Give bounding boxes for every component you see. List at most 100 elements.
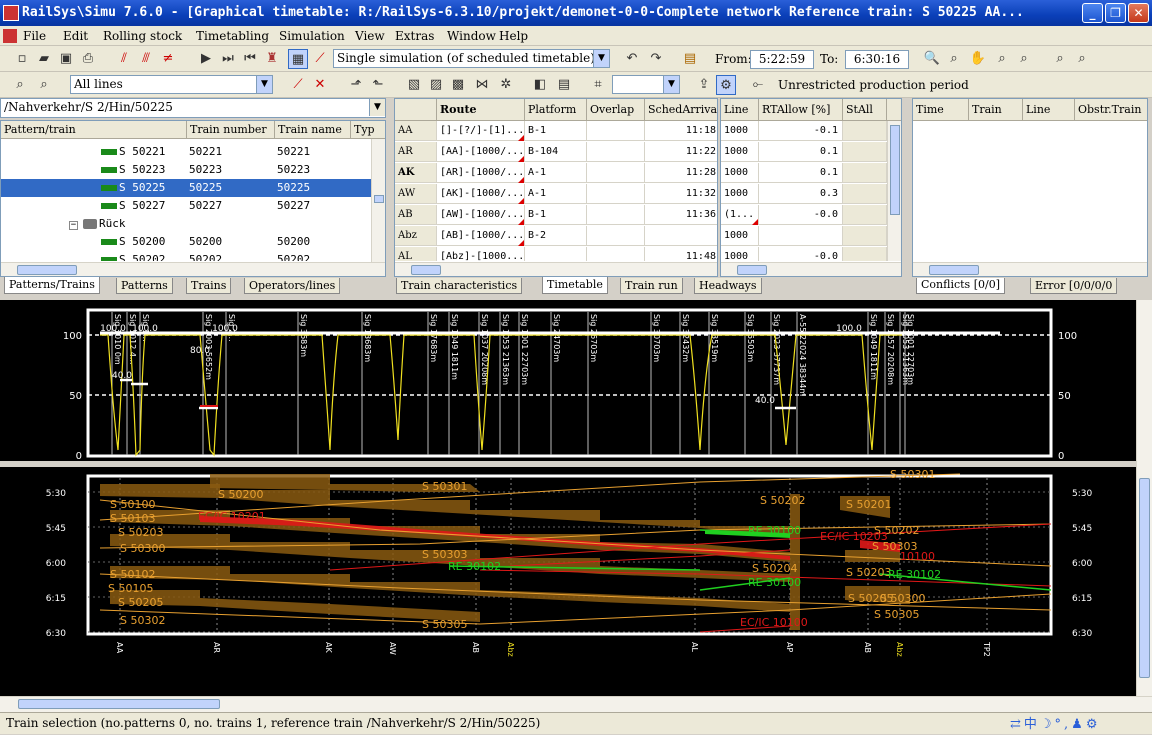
ime-tray-icons[interactable]: ⇄中☽°,♟⚙ (1010, 715, 1101, 735)
tab-patterns-trains[interactable]: Patterns/Trains (4, 277, 100, 294)
route-cell[interactable]: [AR]-[1000/... (437, 163, 525, 183)
line-cell[interactable]: 1000 (721, 142, 759, 162)
stop-code[interactable]: AA (395, 121, 437, 141)
scroll-thumb[interactable] (1139, 478, 1150, 678)
arrival-cell[interactable]: 11:18 (645, 121, 717, 141)
maximize-button[interactable]: ❐ (1105, 3, 1126, 23)
rtallow-cell[interactable]: 0.1 (759, 163, 843, 183)
scroll-thumb[interactable] (374, 195, 384, 203)
new-icon[interactable]: ▫ (12, 49, 32, 69)
train-label[interactable]: S 50203 (118, 526, 163, 539)
platform-cell[interactable]: B-1 (525, 121, 587, 141)
track-icon[interactable]: ⫽ (114, 49, 134, 69)
col-train[interactable]: Train (969, 99, 1023, 120)
platform-cell[interactable]: A-1 (525, 163, 587, 183)
chevron-down-icon[interactable]: ▼ (369, 99, 385, 116)
zoom-out-icon[interactable]: ⌕ (992, 49, 1012, 69)
col-line[interactable]: Line (1023, 99, 1075, 120)
tab-timetable[interactable]: Timetable (542, 277, 608, 294)
route-cell[interactable]: [AB]-[1000/... (437, 226, 525, 246)
stop-code[interactable]: AL (395, 247, 437, 261)
platform-cell[interactable]: A-1 (525, 184, 587, 204)
tab-headways[interactable]: Headways (694, 278, 762, 294)
route-select-icon[interactable]: ⬏ (346, 75, 366, 95)
scroll-thumb[interactable] (929, 265, 979, 275)
train-label[interactable]: S 50202 (760, 494, 805, 507)
redo-icon[interactable]: ↷ (646, 49, 666, 69)
overlap-cell[interactable] (587, 247, 645, 261)
route-cell[interactable]: []-[?/]-[1]... (437, 121, 525, 141)
platform-cell[interactable]: B-1 (525, 205, 587, 225)
train-label[interactable]: S 50305 (874, 608, 919, 621)
menu-simulation[interactable]: Simulation (276, 28, 348, 44)
graph-icon[interactable]: ⟋ (310, 49, 330, 69)
rewind-icon[interactable]: ⏮ (240, 49, 260, 69)
stall-cell[interactable] (843, 163, 887, 183)
stop-code[interactable]: AR (395, 142, 437, 162)
conflicts-horizontal-scrollbar[interactable] (913, 262, 1147, 276)
train-label[interactable]: EC/IC 10100 (740, 616, 808, 629)
app-icon[interactable] (3, 5, 19, 21)
line-cell[interactable]: 1000 (721, 184, 759, 204)
tab-conflicts[interactable]: Conflicts [0/0] (916, 278, 1005, 294)
chevron-down-icon[interactable]: ▼ (663, 76, 679, 93)
train-label[interactable]: S 50203 (846, 566, 891, 579)
tree-row[interactable]: S 50221 50221 50221 (1, 143, 373, 161)
zoom-train-icon[interactable]: ⌕ (10, 75, 30, 95)
menu-edit[interactable]: Edit (60, 28, 91, 44)
train-label[interactable]: RE 30102 (448, 560, 501, 573)
rtallow-cell[interactable] (759, 226, 843, 246)
path-select[interactable]: /Nahverkehr/S 2/Hin/50225 ▼ (0, 98, 386, 118)
layout-b-icon[interactable]: ▤ (554, 75, 574, 95)
overlap-cell[interactable] (587, 205, 645, 225)
arrival-cell[interactable]: 11:28 (645, 163, 717, 183)
train-label[interactable]: S 50200 (218, 488, 263, 501)
menu-extras[interactable]: Extras (392, 28, 437, 44)
platform-cell[interactable]: B-104 (525, 142, 587, 162)
tree-vertical-scrollbar[interactable] (371, 139, 385, 263)
route-cell[interactable]: [AW]-[1000/... (437, 205, 525, 225)
platform-cell[interactable]: B-2 (525, 226, 587, 246)
find-select[interactable]: ▼ (612, 75, 680, 94)
tab-operators-lines[interactable]: Operators/lines (244, 278, 341, 294)
scroll-thumb[interactable] (18, 699, 220, 709)
col-overlap[interactable]: Overlap (587, 99, 645, 120)
col-line[interactable]: Line (721, 99, 759, 120)
scroll-thumb[interactable] (411, 265, 441, 275)
tree-row[interactable]: − Rück (1, 215, 373, 233)
zoom-station-icon[interactable]: ⌕ (34, 75, 54, 95)
collapse-icon[interactable]: − (69, 221, 78, 230)
production-icon[interactable]: ⚙ (716, 75, 736, 95)
stop-code[interactable]: AW (395, 184, 437, 204)
route-icon[interactable]: ⫻ (136, 49, 156, 69)
line-cell[interactable]: 1000 (721, 247, 759, 261)
route-cell[interactable]: [AK]-[1000/... (437, 184, 525, 204)
col-train-name[interactable]: Train name (275, 121, 351, 138)
scroll-thumb[interactable] (890, 125, 900, 215)
train-label[interactable]: S 50305 (422, 618, 467, 631)
rtallow-cell[interactable]: -0.0 (759, 247, 843, 261)
switch-icon[interactable]: ⋈ (472, 75, 492, 95)
stop-code[interactable]: AB (395, 205, 437, 225)
tree-row[interactable]: S 50223 50223 50223 (1, 161, 373, 179)
tree-row[interactable]: S 50227 50227 50227 (1, 197, 373, 215)
close-button[interactable]: ✕ (1128, 3, 1149, 23)
document-icon[interactable] (3, 29, 17, 43)
schedule-icon[interactable]: ▤ (680, 49, 700, 69)
tree-horizontal-scrollbar[interactable] (1, 262, 385, 276)
train-label[interactable]: S 50301 (890, 470, 935, 481)
train-label[interactable]: RE 30102 (888, 568, 941, 581)
arrival-cell[interactable]: 11:22 (645, 142, 717, 162)
tab-errors[interactable]: Error [0/0/0/0 (1030, 278, 1118, 294)
line-cell[interactable]: 1000 (721, 226, 759, 246)
arrival-cell[interactable]: 11:32 (645, 184, 717, 204)
block-icon[interactable]: ≠ (158, 49, 178, 69)
speed-profile-chart[interactable]: 100 10050 500 0Sig 1010 0m Sig 1012 4... Sig … (0, 300, 1136, 466)
col-stall[interactable]: StAll (843, 99, 887, 120)
chevron-down-icon[interactable]: ▼ (593, 50, 609, 67)
col-time[interactable]: Time (913, 99, 969, 120)
line-cell[interactable]: 1000 (721, 121, 759, 141)
tree-row[interactable]: S 50200 50200 50200 (1, 233, 373, 251)
col-rtallow[interactable]: RTAllow [%] (759, 99, 843, 120)
col-sched-arrival[interactable]: SchedArrival (645, 99, 717, 120)
